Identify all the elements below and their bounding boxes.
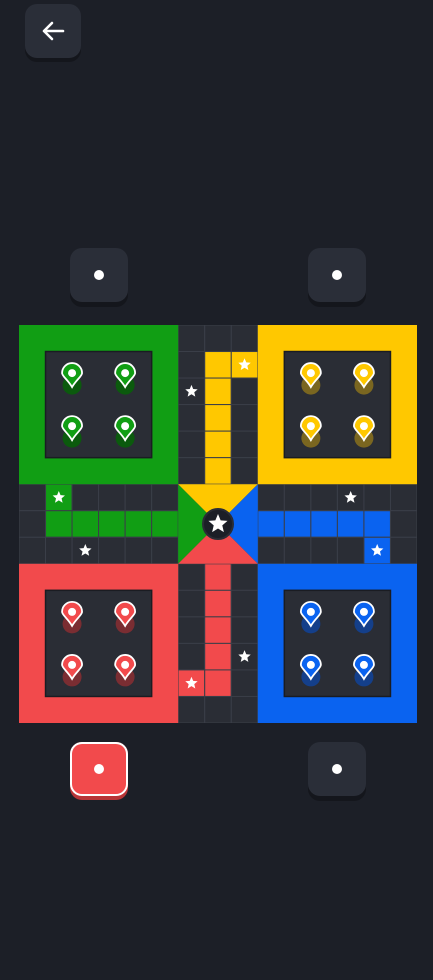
board-cell[interactable]: [230, 616, 259, 644]
board-cell[interactable]: [177, 642, 206, 671]
yellow-base-inner: [283, 350, 392, 459]
token-dot: [359, 422, 368, 431]
board-cell[interactable]: [177, 430, 206, 459]
token-dot: [306, 607, 315, 616]
dice-pip: [332, 764, 342, 774]
board-cell[interactable]: [204, 430, 232, 459]
board-cell[interactable]: [204, 377, 232, 406]
dice-top-left[interactable]: [70, 248, 128, 302]
board-cell[interactable]: [204, 616, 232, 644]
board-cell[interactable]: [204, 563, 232, 591]
board-cell[interactable]: [19, 536, 47, 565]
board-cell[interactable]: [389, 483, 417, 512]
board-cell[interactable]: [363, 483, 391, 512]
board-cell[interactable]: [177, 616, 206, 644]
board-cell[interactable]: [177, 563, 206, 591]
board-cell[interactable]: [389, 510, 417, 538]
dice-pip: [94, 270, 104, 280]
board-cell[interactable]: [336, 510, 365, 538]
board-cell[interactable]: [98, 510, 126, 538]
board-cell[interactable]: [98, 483, 126, 512]
dice-bottom-left[interactable]: [70, 742, 128, 796]
dice-top-right[interactable]: [308, 248, 366, 302]
board-cell[interactable]: [204, 325, 232, 353]
dice-bottom-right[interactable]: [308, 742, 366, 796]
token-dot: [306, 369, 315, 378]
board-cell[interactable]: [204, 642, 232, 671]
board-cell[interactable]: [124, 510, 153, 538]
board-cell[interactable]: [19, 510, 47, 538]
board-cell[interactable]: [230, 563, 259, 591]
board-cell[interactable]: [177, 351, 206, 379]
board-cell[interactable]: [310, 510, 338, 538]
board-cell[interactable]: [257, 483, 285, 512]
board-cell[interactable]: [124, 483, 153, 512]
blue-base-inner: [283, 589, 392, 698]
token-dot: [306, 422, 315, 431]
board-cell[interactable]: [389, 536, 417, 565]
board-cell[interactable]: [45, 536, 73, 565]
board-cell[interactable]: [283, 536, 312, 565]
board-cell[interactable]: [71, 510, 100, 538]
board-cell[interactable]: [177, 325, 206, 353]
board-cell[interactable]: [204, 351, 232, 379]
dice-pip: [332, 270, 342, 280]
token-dot: [68, 422, 77, 431]
board-cell[interactable]: [257, 536, 285, 565]
board-cell[interactable]: [230, 430, 259, 459]
green-base-inner: [44, 350, 153, 459]
board-cell[interactable]: [230, 695, 259, 723]
token-dot: [68, 660, 77, 669]
board-cell[interactable]: [177, 457, 206, 485]
token-dot: [121, 422, 130, 431]
board-cell[interactable]: [204, 404, 232, 432]
token-dot: [68, 607, 77, 616]
board-cell[interactable]: [151, 510, 179, 538]
token-dot: [121, 607, 130, 616]
board-cell[interactable]: [230, 377, 259, 406]
board-cell[interactable]: [45, 510, 73, 538]
board-cell[interactable]: [177, 589, 206, 618]
board-cell[interactable]: [336, 536, 365, 565]
board-cell[interactable]: [230, 325, 259, 353]
board-cell[interactable]: [363, 510, 391, 538]
board-cell[interactable]: [204, 669, 232, 697]
board-cell[interactable]: [230, 457, 259, 485]
token-dot: [121, 660, 130, 669]
back-button[interactable]: [25, 4, 81, 58]
token-dot: [68, 369, 77, 378]
red-base-inner: [44, 589, 153, 698]
board-cell[interactable]: [204, 695, 232, 723]
token-dot: [359, 660, 368, 669]
board-cell[interactable]: [19, 483, 47, 512]
board-cell[interactable]: [257, 510, 285, 538]
token-dot: [306, 660, 315, 669]
board-cell[interactable]: [124, 536, 153, 565]
board-cell[interactable]: [310, 536, 338, 565]
board-cell[interactable]: [177, 404, 206, 432]
board-cell[interactable]: [204, 589, 232, 618]
board-cell[interactable]: [71, 483, 100, 512]
dice-pip: [94, 764, 104, 774]
token-dot: [359, 369, 368, 378]
board-cell[interactable]: [230, 669, 259, 697]
ludo-board: [19, 325, 417, 723]
arrow-left-icon: [42, 21, 65, 41]
token-dot: [121, 369, 130, 378]
board-cell[interactable]: [310, 483, 338, 512]
board-svg: [19, 325, 417, 723]
board-cell[interactable]: [283, 510, 312, 538]
board-cell[interactable]: [230, 589, 259, 618]
token-dot: [359, 607, 368, 616]
board-cell[interactable]: [230, 404, 259, 432]
board-cell[interactable]: [177, 695, 206, 723]
board-cell[interactable]: [204, 457, 232, 485]
board-cell[interactable]: [151, 483, 179, 512]
board-cell[interactable]: [98, 536, 126, 565]
board-cell[interactable]: [283, 483, 312, 512]
board-cell[interactable]: [151, 536, 179, 565]
